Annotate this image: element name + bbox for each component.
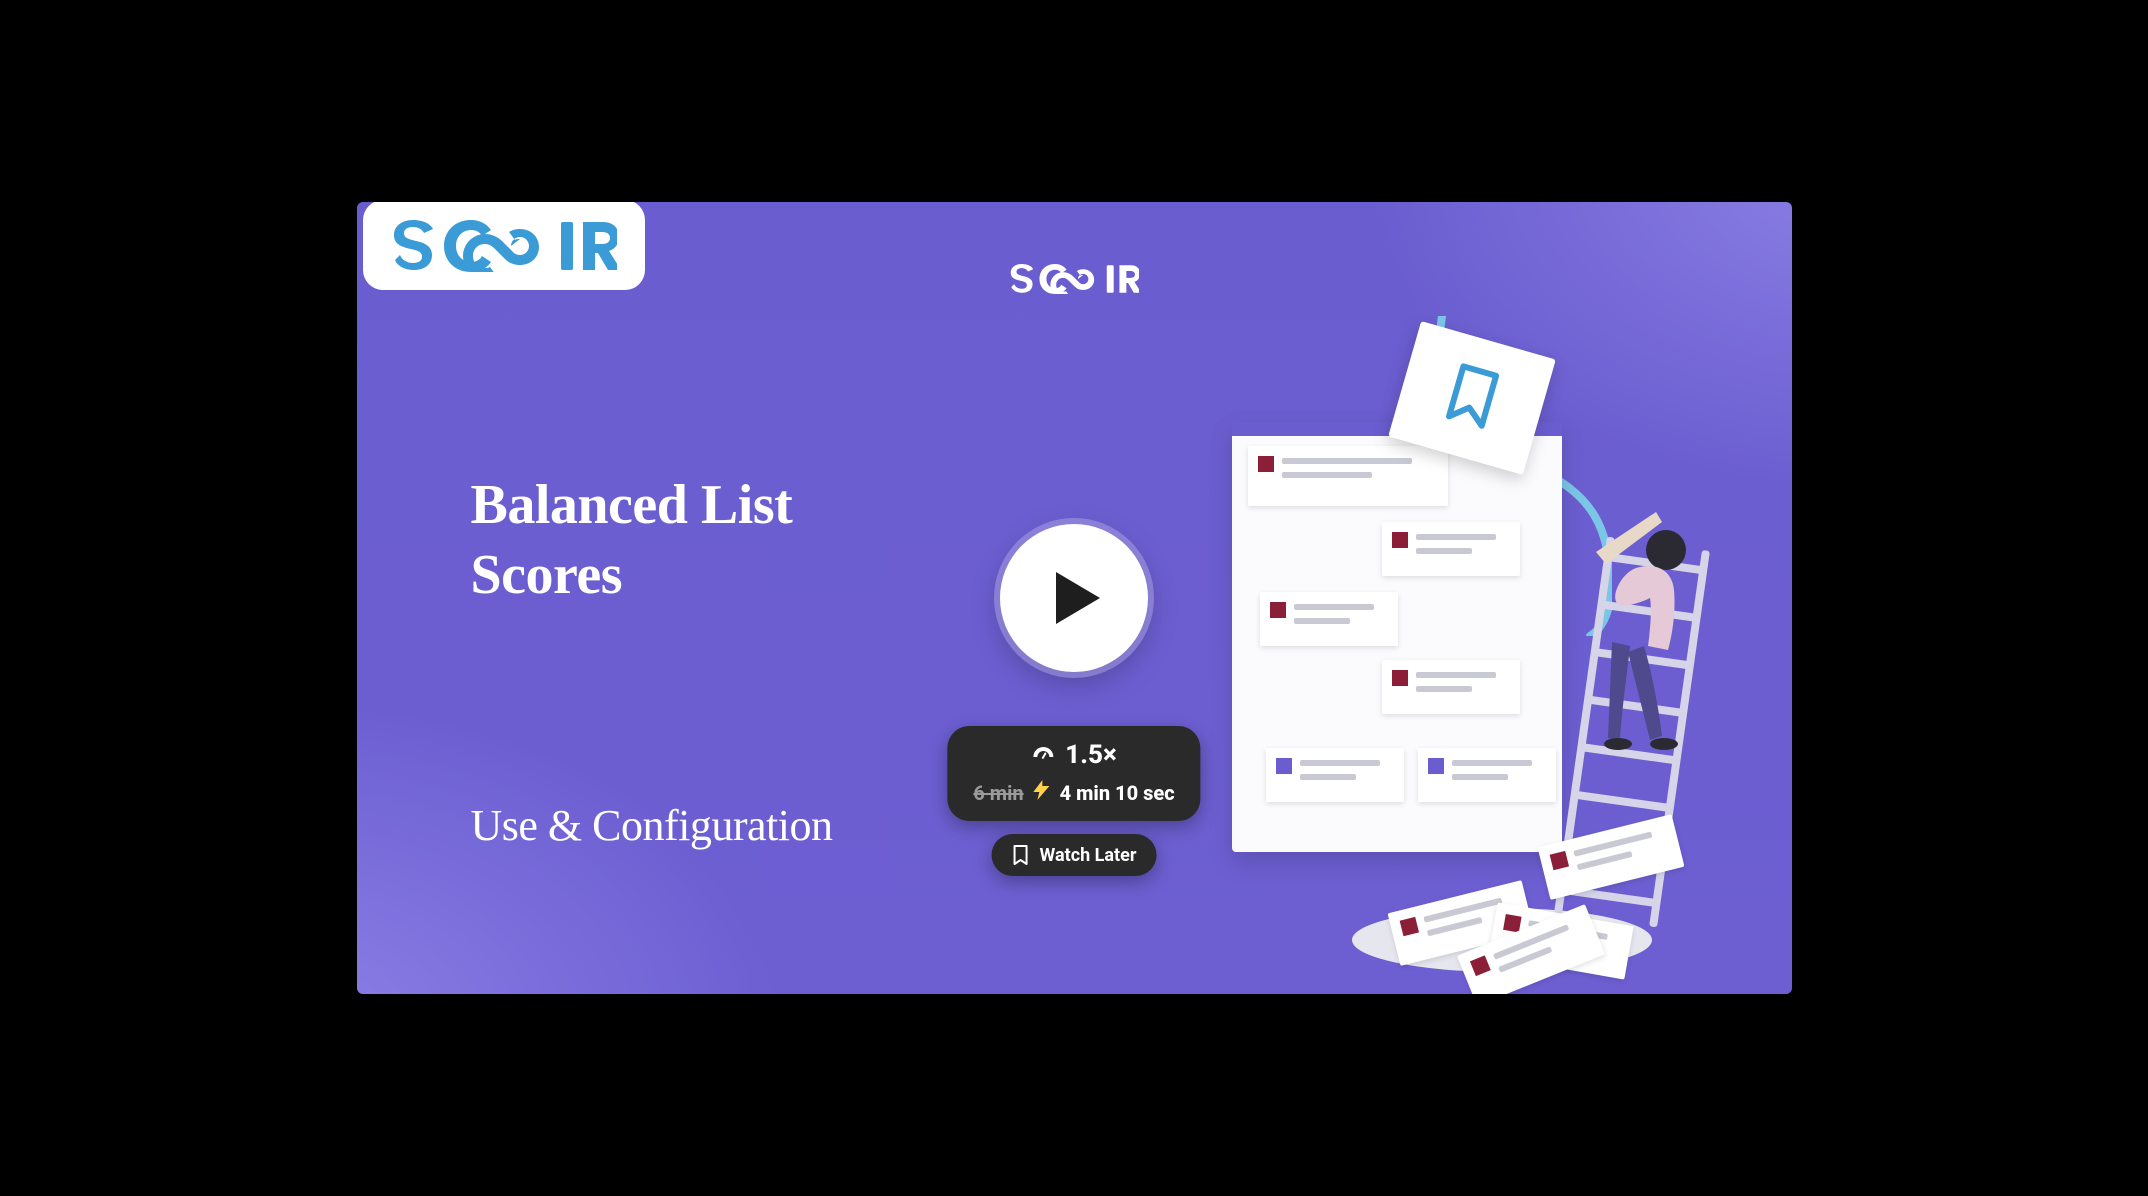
play-button[interactable] [1000, 524, 1148, 672]
bookmark-outline-icon [1012, 844, 1030, 866]
thumbnail-header-logo [1009, 264, 1139, 294]
scoir-logo-badge [363, 202, 645, 290]
lightning-icon [1034, 780, 1050, 805]
scoir-logo-icon [391, 220, 617, 272]
video-player-stage: Balanced List Scores Use & Configuration [345, 192, 1804, 1004]
watch-later-label: Watch Later [1040, 845, 1137, 866]
video-title: Balanced List Scores [471, 470, 793, 610]
playback-speed-pill[interactable]: 1.5× 6 min 4 min 10 sec [947, 726, 1200, 821]
scoir-logo-small-icon [1009, 264, 1139, 294]
watch-later-button[interactable]: Watch Later [992, 834, 1157, 876]
bookmark-icon [1437, 360, 1507, 436]
effective-duration: 4 min 10 sec [1060, 781, 1175, 805]
video-thumbnail[interactable]: Balanced List Scores Use & Configuration [357, 202, 1792, 994]
illustration-board [1232, 422, 1562, 852]
playback-speed-value: 1.5× [1065, 740, 1116, 770]
play-icon [1054, 570, 1102, 626]
video-title-line2: Scores [471, 540, 793, 610]
original-duration: 6 min [973, 781, 1023, 805]
video-subtitle: Use & Configuration [471, 800, 833, 851]
speedometer-icon [1031, 743, 1055, 767]
illustration-person-icon [1566, 512, 1706, 832]
thumbnail-illustration [1232, 322, 1662, 962]
video-title-line1: Balanced List [471, 470, 793, 540]
